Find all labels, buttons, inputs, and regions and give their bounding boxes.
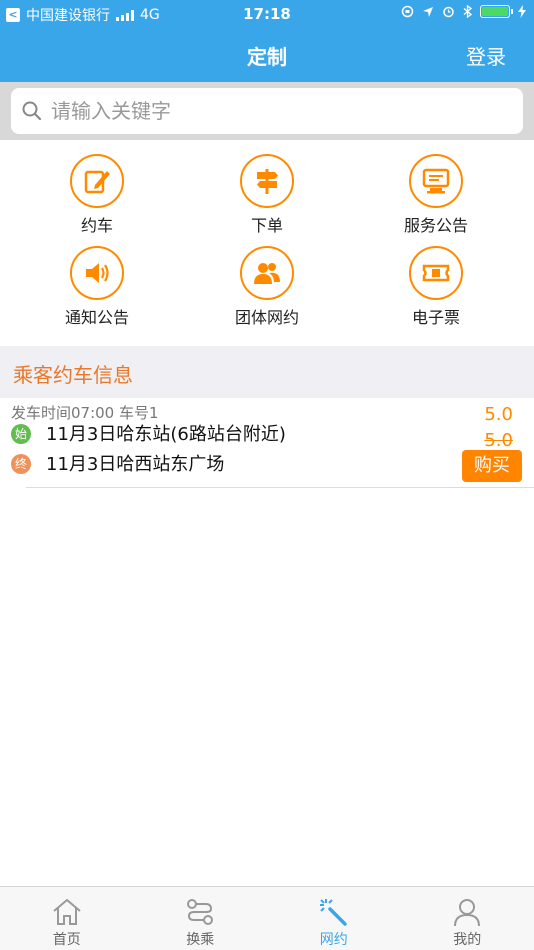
status-bar: < 中国建设银行 4G 17:18: [0, 0, 534, 28]
magic-wand-icon: [319, 899, 347, 926]
login-button[interactable]: 登录: [466, 41, 506, 70]
trip-card[interactable]: 发车时间07:00 车号1 始 11月3日哈东站(6路站台附近) 终 11月3日…: [0, 398, 534, 488]
buy-button[interactable]: 购买: [462, 450, 522, 482]
app-header: < 中国建设银行 4G 17:18 定制 登录: [0, 0, 534, 82]
user-icon: [454, 899, 481, 927]
tab-label: 首页: [52, 932, 81, 948]
menu-item-label: 通知公告: [64, 308, 129, 327]
charging-icon: [518, 5, 526, 18]
tab-label: 我的: [453, 932, 482, 948]
menu-item-label: 服务公告: [403, 216, 468, 235]
orientation-lock-icon: [401, 5, 414, 18]
location-icon: [423, 6, 433, 17]
search-icon: [22, 101, 42, 121]
menu-item-e-ticket[interactable]: 电子票: [366, 246, 506, 328]
notice-board-icon: [409, 154, 463, 208]
battery-icon: [480, 5, 513, 18]
tab-mine[interactable]: 我的: [401, 887, 534, 950]
search-input[interactable]: [51, 99, 491, 123]
group-icon: [240, 246, 294, 300]
origin-stop: 11月3日哈东站(6路站台附近): [46, 424, 286, 445]
menu-item-announcement[interactable]: 通知公告: [27, 246, 167, 328]
function-menu: 约车 下单 服务公告 通知公告 团体网约 电子票: [0, 140, 534, 346]
section-header: 乘客约车信息: [0, 346, 534, 398]
signpost-icon: [240, 154, 294, 208]
page-title: 定制: [247, 45, 287, 69]
start-badge: 始: [11, 424, 31, 444]
bluetooth-icon: [463, 5, 472, 18]
tab-bar: 首页 换乘 网约 我的: [0, 886, 534, 950]
alarm-icon: [443, 6, 454, 18]
menu-item-label: 下单: [250, 216, 283, 235]
tab-label: 换乘: [186, 932, 215, 948]
menu-item-order[interactable]: 下单: [197, 154, 337, 236]
ticket-price: 5.0: [484, 404, 513, 425]
section-title: 乘客约车信息: [13, 363, 133, 387]
menu-item-label: 电子票: [411, 308, 460, 327]
tab-ride-hailing[interactable]: 网约: [267, 887, 401, 950]
menu-item-book-car[interactable]: 约车: [27, 154, 167, 236]
tab-label: 网约: [319, 932, 348, 948]
menu-item-service-notice[interactable]: 服务公告: [366, 154, 506, 236]
menu-item-group-booking[interactable]: 团体网约: [197, 246, 337, 328]
home-icon: [53, 898, 81, 925]
tab-transfer[interactable]: 换乘: [134, 887, 268, 950]
speaker-icon: [70, 246, 124, 300]
tab-home[interactable]: 首页: [0, 887, 134, 950]
search-area: [0, 82, 534, 140]
edit-icon: [70, 154, 124, 208]
ticket-icon: [409, 246, 463, 300]
route-icon: [187, 899, 214, 925]
divider: [26, 487, 534, 488]
destination-stop: 11月3日哈西站东广场: [46, 454, 225, 475]
original-price: 5.0: [484, 430, 513, 451]
menu-item-label: 团体网约: [234, 308, 299, 327]
menu-item-label: 约车: [80, 216, 113, 235]
end-badge: 终: [11, 454, 31, 474]
search-box[interactable]: [11, 88, 523, 134]
navigation-bar: 定制 登录: [0, 28, 534, 82]
